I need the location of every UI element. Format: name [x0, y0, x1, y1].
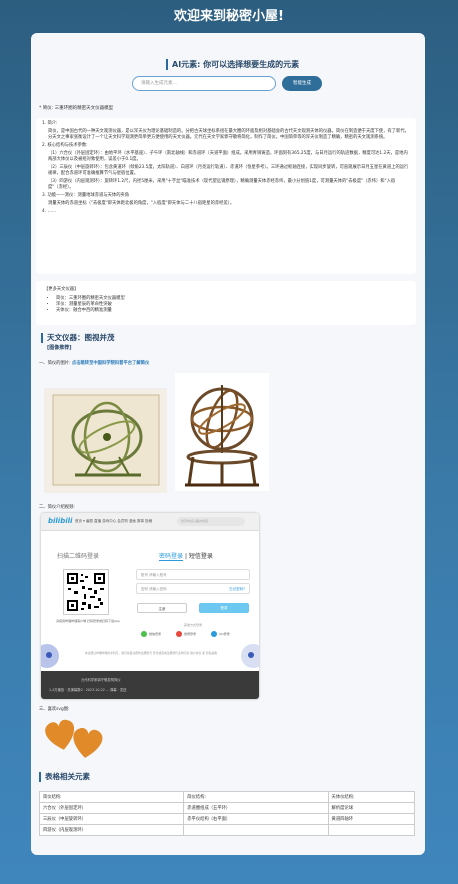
article-p8: 测量天体的赤道坐标（"去极度"即天体距北极的角度，"入宿度"即天体与二十八宿距星…	[48, 201, 235, 206]
svg-section-label: 三、喜欢svg图:	[39, 707, 70, 712]
qq-login-label: QQ登录	[218, 632, 230, 636]
video-stats: 1,4万播放 · 总弹幕数0 · 2023-10-22 ... 弹幕 · 发送	[49, 688, 127, 692]
table-cell: 三辰仪（中层旋转环）	[38, 813, 185, 825]
browser-search: 搜索你感兴趣的视频	[177, 517, 245, 526]
account-field[interactable]: 账号 请输入账号	[136, 569, 250, 580]
site-title: 欢迎来到秘密小屋!	[174, 9, 284, 24]
mascot-left-icon	[41, 644, 59, 668]
browser-nav: 首页 ▾ 番剧 直播 游戏中心 会员购 漫画 赛事 投稿	[75, 519, 153, 523]
article-p7: 3. 功能——测仪：测量地球赤道与天体的夹角	[42, 193, 130, 198]
article-p6: （3）四游仪（内层观测环）：旋转环1.2尺，内径5厘米，采用"十字丝"瞄准技术（…	[48, 179, 396, 190]
agreement-text: 未注册过哔哩哔哩的手机号，我们将自动帮你注册账号 登录或完成注册即代表你同意 用…	[84, 651, 218, 655]
weibo-login-label: 微博登录	[183, 632, 196, 636]
image-section-label: 一、简仪的图片: 点击跳转至中国科学院科普平台了解简仪	[39, 360, 149, 366]
video-player-bar: 元代科学家郭守敬发明简仪 1,4万播放 · 总弹幕数0 · 2023-10-22…	[41, 671, 259, 699]
forgot-password-link[interactable]: 忘记密码?	[229, 587, 245, 592]
qr-hint: 请使用哔哩哔哩客户端 扫码登录或扫码下载App	[56, 619, 120, 623]
article-p3: 2. 核心结构与技术参数:	[42, 143, 88, 148]
wechat-icon	[141, 631, 147, 637]
refs-item[interactable]: 天体仪：融合中西的精准测量	[56, 308, 408, 314]
ai-search-row: 请输入生成元素... 智能生成	[132, 76, 322, 93]
astro-heading: 天文仪器：图视并茂	[41, 333, 115, 343]
table-cell: 黄道四轴环	[327, 813, 416, 825]
social-login-icons: 微信登录 微博登录 QQ登录	[141, 631, 244, 637]
article-p4: （1）六合仪（外层固定环）：由地平环（水平基座）、子午环（南北轴线）和赤道环（天…	[48, 151, 408, 162]
hearts-icon	[41, 716, 107, 760]
register-button[interactable]: 注册	[137, 603, 187, 613]
wechat-login[interactable]: 微信登录	[141, 631, 161, 637]
refs-box: 【更多天文仪器】 简仪：三重环圈的精密天文仪器模型 浑仪：测量星辰的革命性突破 …	[36, 281, 416, 325]
login-panel: 扫描二维码登录 密码登录 | 短信登录 请使用哔哩哔哩客户端 扫码登录或扫码下载…	[41, 531, 259, 671]
generate-button[interactable]: 智能生成	[282, 76, 322, 91]
table-cell: 天体仪结构:	[327, 791, 416, 803]
password-field-label: 密码 请输入密码	[141, 587, 167, 591]
table-row: 三辰仪（中层旋转环） 赤平仪结构（右平面） 黄道四轴环	[38, 813, 416, 825]
bilibili-logo: bilibili	[48, 517, 73, 525]
ai-prompt-input[interactable]: 请输入生成元素...	[132, 76, 276, 91]
qr-code	[63, 569, 109, 615]
embedded-video-screenshot[interactable]: bilibili 首页 ▾ 番剧 直播 游戏中心 会员购 漫画 赛事 投稿 搜索…	[41, 513, 259, 699]
weibo-icon	[175, 631, 182, 637]
table-row: 四游仪（内层观测环）	[38, 824, 416, 836]
table-cell	[183, 824, 329, 836]
armillary-image-1	[44, 388, 167, 493]
cas-link[interactable]: 点击跳转至中国科学院科普平台了解简仪	[72, 361, 149, 366]
article-p1: 1. 简介:	[42, 121, 58, 126]
login-button[interactable]: 登录	[199, 603, 249, 613]
armillary-image-2	[175, 373, 269, 491]
tab-password-login: 密码登录	[159, 553, 184, 561]
table-cell: 赤道圈组成（五平环）	[183, 802, 329, 814]
article-p9: 4. ……	[42, 209, 57, 214]
password-field[interactable]: 密码 请输入密码 忘记密码?	[136, 583, 250, 594]
mascot-right-icon	[241, 644, 259, 668]
other-login-label: 其他方式登录	[183, 623, 202, 627]
wechat-login-label: 微信登录	[149, 632, 162, 636]
structure-table: 简仪结构: 简仪结构: 天体仪结构: 六合仪（外层固定环） 赤道圈组成（五平环）…	[38, 791, 416, 836]
table-cell: 六合仪（外层固定环）	[38, 802, 185, 814]
table-row: 六合仪（外层固定环） 赤道圈组成（五平环） 解析度论球	[38, 802, 416, 814]
table-heading: 表格相关元素	[39, 772, 90, 782]
article-p2: 简仪，是中国古代的一种天文观测仪器，是以浑天仪为理论基础制造的。分把古天球坐标系…	[48, 129, 409, 140]
table-cell: 简仪结构:	[38, 791, 185, 803]
tab-scan-login: 扫描二维码登录	[57, 553, 100, 560]
article-box: 1. 简介: 简仪，是中国古代的一种天文观测仪器，是以浑天仪为理论基础制造的。分…	[36, 118, 416, 274]
video-subtitle: 元代科学家郭守敬发明简仪	[81, 678, 121, 682]
ai-heading: AI元素: 你可以选择想要生成的元素	[166, 59, 299, 70]
login-tabs: 密码登录 | 短信登录	[159, 553, 213, 561]
table-row: 简仪结构: 简仪结构: 天体仪结构:	[38, 791, 416, 803]
main-card: AI元素: 你可以选择想要生成的元素 请输入生成元素... 智能生成 * 简仪:…	[31, 33, 425, 855]
browser-header: bilibili 首页 ▾ 番剧 直播 游戏中心 会员购 漫画 赛事 投稿 搜索…	[41, 513, 259, 531]
article-p5: （2）三辰仪（中层旋转环）：包含黄道环（倾角23.5度，太阳轨道）、白道环（月亮…	[48, 165, 409, 176]
table-cell	[327, 824, 416, 836]
qq-icon	[210, 631, 217, 637]
weibo-login[interactable]: 微博登录	[175, 631, 196, 637]
table-cell: 解析度论球	[327, 802, 416, 814]
refs-list: 简仪：三重环圈的精密天文仪器模型 浑仪：测量星辰的革命性突破 天体仪：融合中西的…	[56, 296, 408, 314]
summary-label: * 简仪: 三重环圈的精密天文仪器模型	[39, 106, 114, 111]
astro-sub: [图像推荐]	[47, 345, 72, 351]
image-section-prefix: 一、简仪的图片:	[39, 361, 71, 366]
tab-sms-login: 短信登录	[188, 553, 213, 560]
table-cell: 简仪结构:	[183, 791, 329, 803]
table-cell: 赤平仪结构（右平面）	[183, 813, 329, 825]
video-section-label: 二、简仪介绍视频:	[39, 505, 75, 510]
table-cell: 四游仪（内层观测环）	[38, 824, 185, 836]
qq-login[interactable]: QQ登录	[210, 631, 230, 637]
refs-title: 【更多天文仪器】	[44, 287, 79, 292]
